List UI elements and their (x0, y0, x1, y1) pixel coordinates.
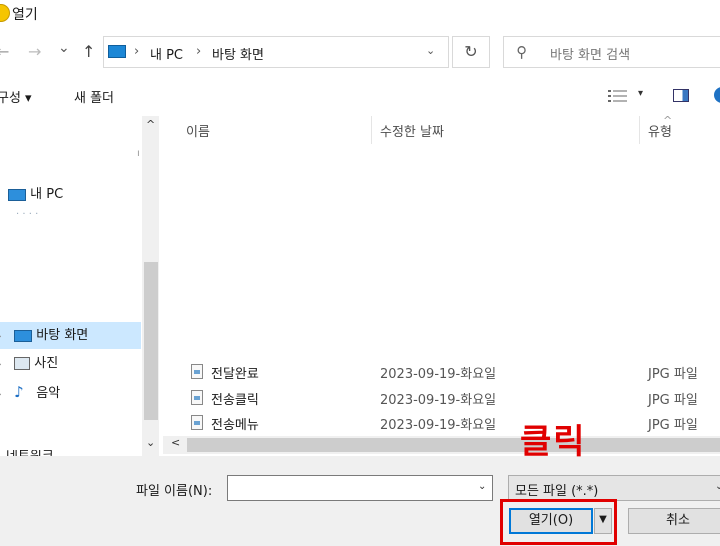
column-header-date[interactable]: 수정한 날짜 (380, 121, 444, 140)
file-date: 2023-09-19-화요일 (380, 418, 497, 433)
window-title: 열기 (12, 7, 38, 23)
scrollbar-thumb[interactable] (144, 262, 158, 420)
tree-item-pictures[interactable]: › 사진 (0, 352, 58, 376)
column-header-name[interactable]: 이름 (186, 121, 210, 140)
chevron-right-icon[interactable]: › (0, 383, 10, 407)
back-button[interactable]: ← (0, 42, 9, 61)
tree-item-label: 사진 (34, 356, 59, 371)
command-bar: 구성 ▾ 새 폴더 ▾ (0, 78, 720, 116)
filter-value: 모든 파일 (*.*) (515, 484, 599, 499)
tree-item-desktop[interactable]: › 바탕 화면 (0, 324, 88, 348)
breadcrumb-my-pc[interactable]: 내 PC (150, 44, 183, 63)
pc-icon (108, 45, 126, 58)
file-type-filter[interactable]: 모든 파일 (*.*) ⌄ (508, 475, 720, 501)
chevron-right-icon[interactable]: › (0, 325, 10, 349)
column-separator[interactable] (371, 116, 372, 144)
pictures-icon (14, 357, 31, 370)
preview-pane-icon[interactable] (673, 89, 689, 102)
column-separator[interactable] (639, 116, 640, 144)
file-date: 2023-09-19-화요일 (380, 393, 497, 408)
music-icon: ♪ (14, 383, 24, 401)
column-header-type[interactable]: 유형 (648, 121, 672, 140)
image-file-icon (191, 364, 203, 379)
breadcrumb-separator[interactable]: › (196, 44, 201, 59)
file-name: 전달완료 (211, 367, 259, 382)
filename-input[interactable]: ⌄ (227, 475, 493, 501)
up-button[interactable]: ↑ (82, 42, 95, 61)
tree-item-partial[interactable]: · · · · (16, 211, 126, 221)
file-type: JPG 파일 (648, 418, 698, 433)
tree-item-label: 바탕 화면 (36, 328, 89, 343)
image-file-icon (191, 390, 203, 405)
horizontal-scrollbar[interactable]: < (163, 436, 720, 454)
table-row[interactable]: 전송클릭 2023-09-19-화요일 JPG 파일 (163, 385, 720, 410)
new-folder-button[interactable]: 새 폴더 (74, 87, 114, 106)
organize-button[interactable]: 구성 ▾ (0, 87, 32, 106)
file-name: 전송클릭 (211, 393, 259, 408)
file-name: 전송메뉴 (211, 418, 259, 433)
file-type: JPG 파일 (648, 393, 698, 408)
file-list-header: 이름 수정한 날짜 ^ 유형 (163, 114, 720, 144)
scroll-down-button[interactable]: ⌄ (146, 436, 155, 449)
breadcrumb-desktop[interactable]: 바탕 화면 (212, 44, 264, 63)
search-input[interactable]: 바탕 화면 검색 (550, 44, 630, 63)
table-row[interactable]: 전달완료 2023-09-19-화요일 JPG 파일 (163, 359, 720, 384)
refresh-button[interactable]: ↻ (452, 36, 490, 68)
app-icon (0, 4, 10, 22)
pc-icon (8, 188, 26, 201)
search-box[interactable]: ⚲ 바탕 화면 검색 (503, 36, 720, 68)
file-date: 2023-09-19-화요일 (380, 367, 497, 382)
search-icon: ⚲ (516, 43, 527, 61)
breadcrumb-separator: › (134, 44, 140, 59)
forward-button[interactable]: → (28, 42, 41, 61)
tree-item-music[interactable]: › ♪ 음악 (0, 380, 60, 404)
help-icon[interactable] (714, 87, 720, 103)
filename-label: 파일 이름(N): (136, 484, 213, 499)
file-type: JPG 파일 (648, 367, 698, 382)
table-row[interactable]: 전송메뉴 2023-09-19-화요일 JPG 파일 (163, 410, 720, 435)
collapse-marker: ı (137, 148, 140, 159)
recent-locations-button[interactable]: ⌄ (58, 40, 70, 56)
tree-item-label: 내 PC (30, 187, 64, 202)
chevron-down-icon[interactable]: ⌄ (426, 44, 435, 57)
chevron-down-icon[interactable]: ▾ (638, 88, 643, 99)
navigation-pane (0, 116, 160, 456)
address-bar[interactable]: › 내 PC › 바탕 화면 ⌄ (103, 36, 449, 68)
tree-item-my-pc[interactable]: 내 PC (8, 183, 63, 207)
highlight-box (500, 499, 617, 545)
scroll-left-button[interactable]: < (171, 436, 180, 449)
view-options-icon[interactable] (608, 89, 628, 103)
title-bar: 열기 (0, 0, 720, 28)
chevron-right-icon[interactable]: › (0, 353, 10, 377)
chevron-down-icon[interactable]: ⌄ (715, 481, 720, 492)
image-file-icon (191, 415, 203, 430)
scrollbar-thumb[interactable] (187, 438, 720, 452)
scroll-up-button[interactable]: ^ (146, 118, 155, 131)
click-annotation-label: 클릭 (520, 422, 587, 462)
chevron-down-icon[interactable]: ⌄ (478, 481, 486, 492)
tree-item-label: 음악 (36, 386, 61, 401)
cancel-button[interactable]: 취소 (628, 508, 720, 534)
desktop-icon (14, 329, 33, 342)
